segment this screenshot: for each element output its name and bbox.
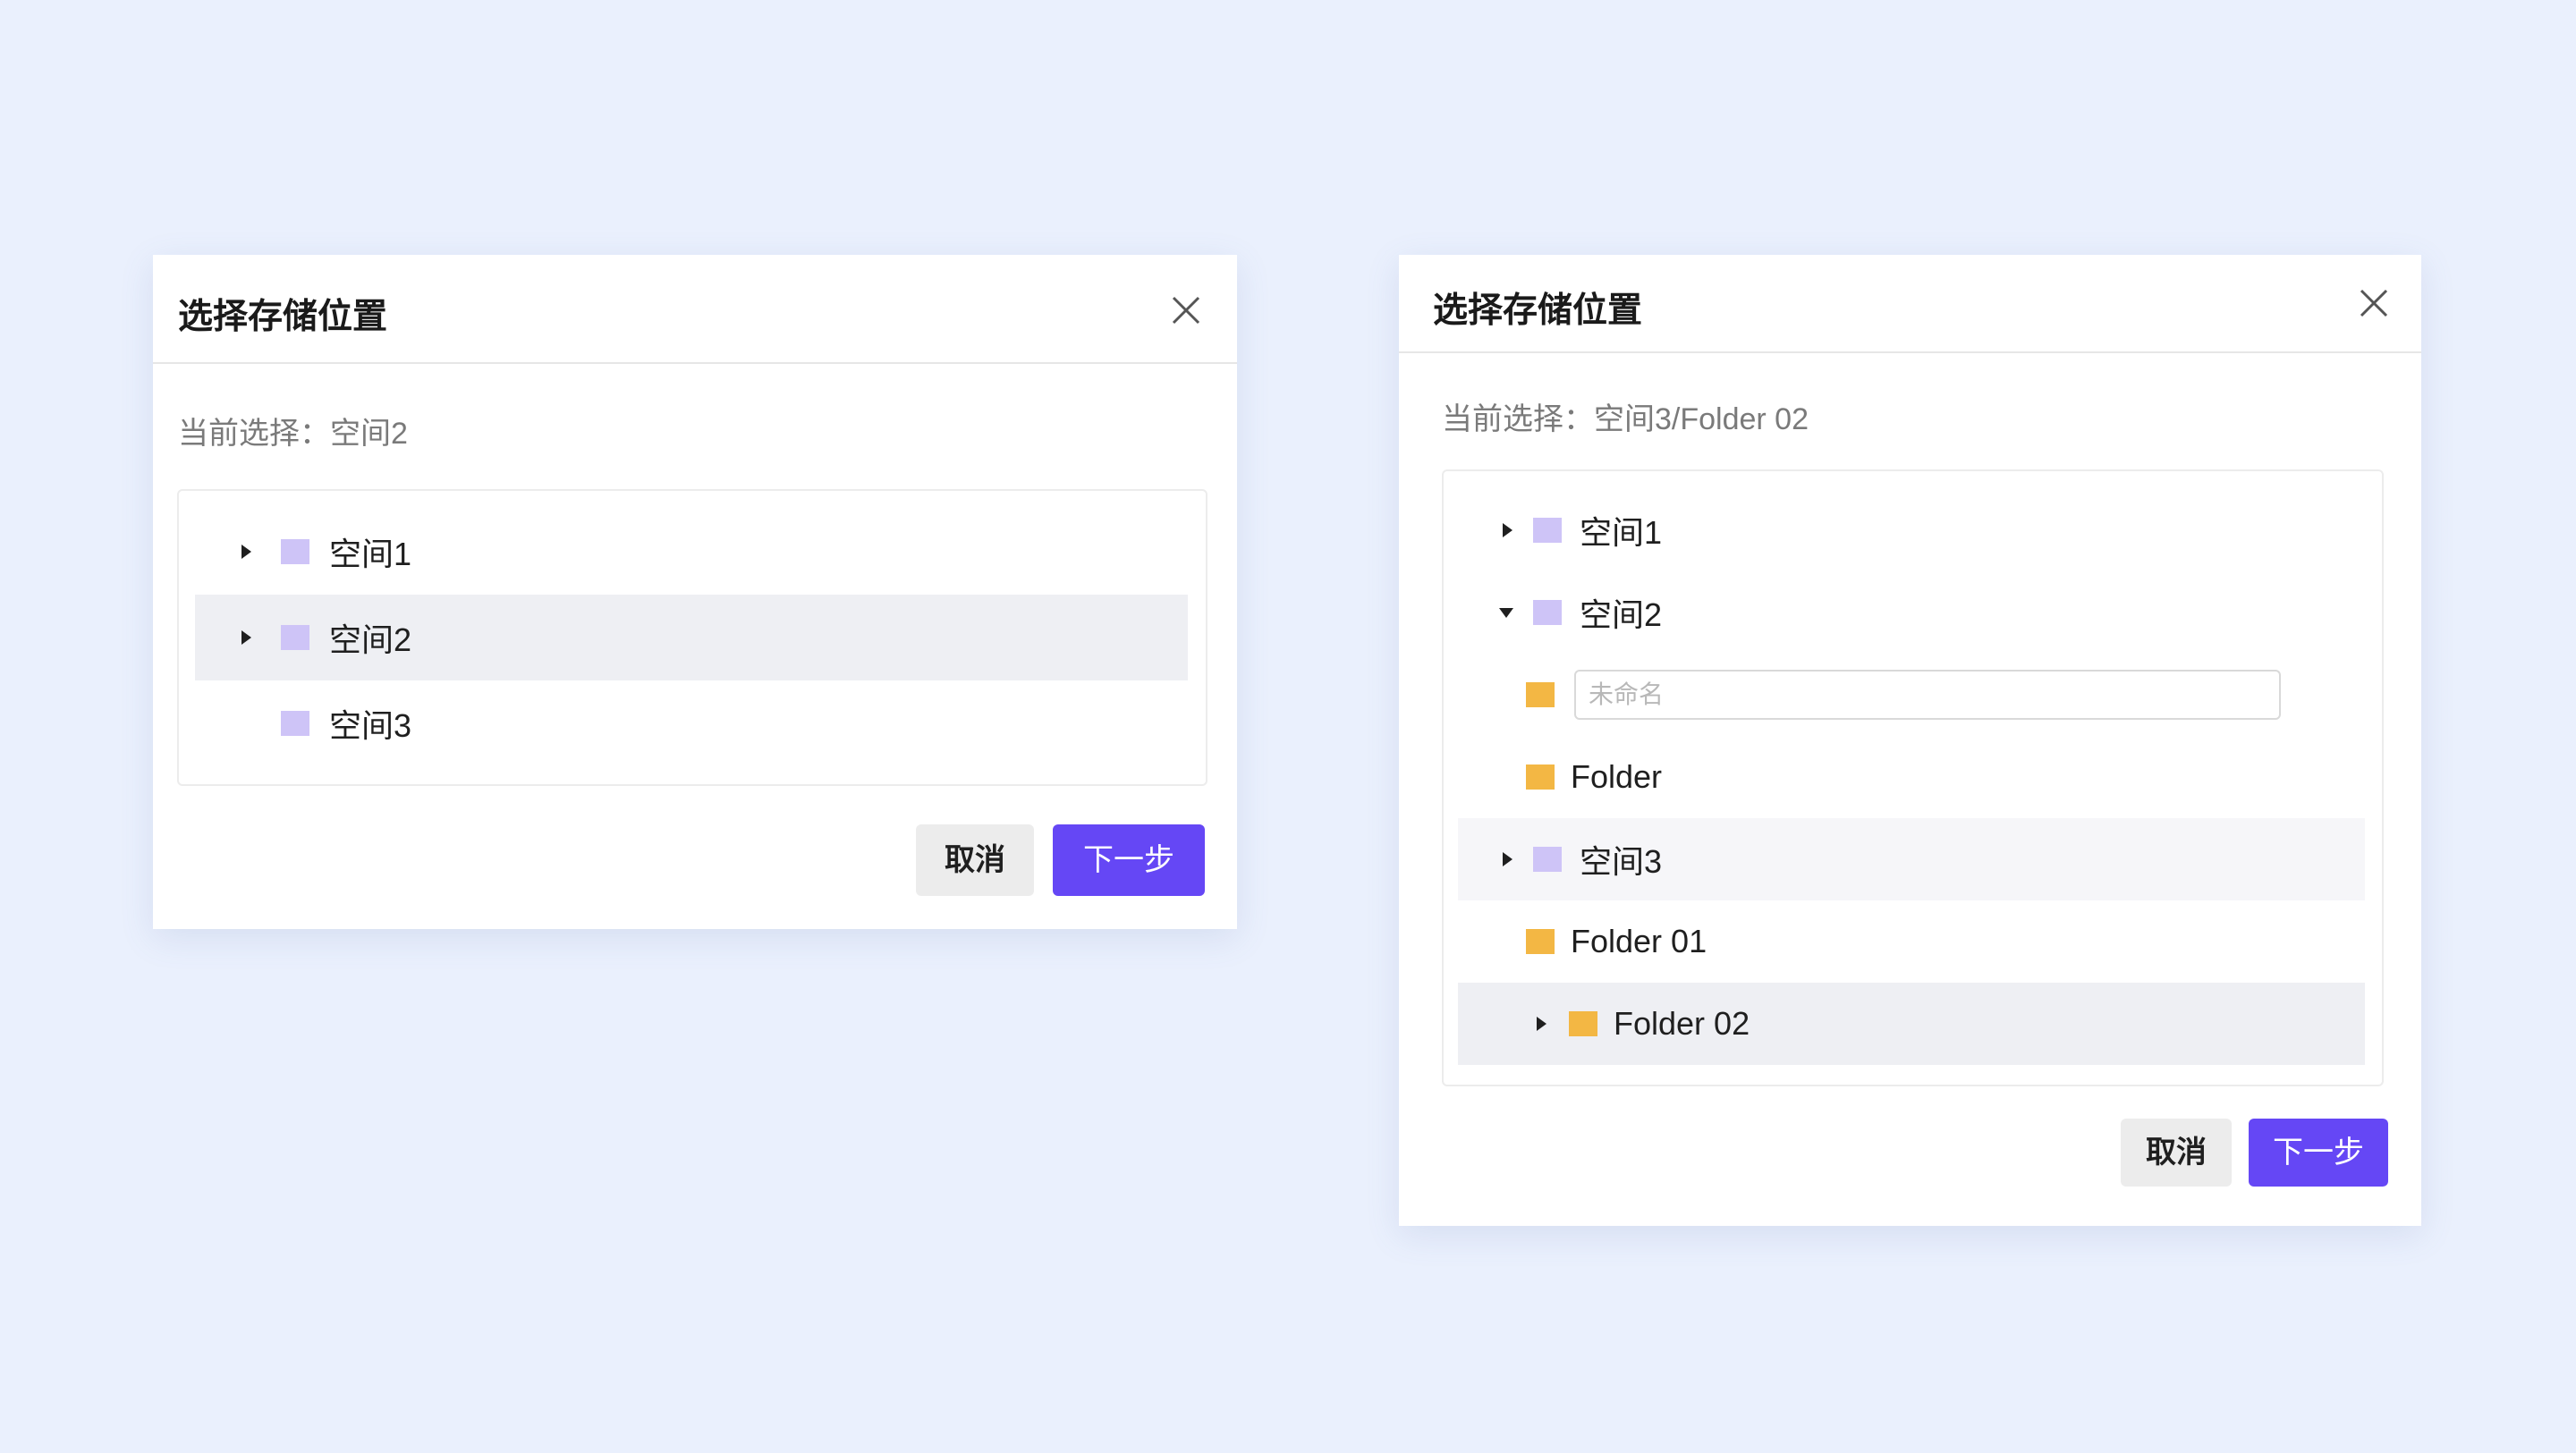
folder-icon	[1526, 765, 1555, 790]
tree-node-label: 空间1	[1580, 514, 1663, 551]
caret-right-icon[interactable]	[1503, 852, 1513, 866]
tree-node-label: 空间1	[329, 536, 412, 572]
tree-node-folder[interactable]: Folder	[1458, 736, 2365, 818]
folder-icon	[1569, 1011, 1597, 1036]
folder-icon	[1526, 929, 1555, 954]
caret-right-icon[interactable]	[242, 545, 251, 559]
next-step-button[interactable]: 下一步	[1053, 824, 1205, 896]
location-tree: 空间1 空间2 空间3	[177, 489, 1208, 786]
tree-node-label: Folder	[1571, 758, 1663, 795]
current-selection: 当前选择：空间3/Folder 02	[1442, 402, 1809, 436]
space-folder-icon	[281, 539, 309, 564]
close-icon[interactable]	[2356, 285, 2392, 321]
tree-node-new-folder	[1458, 654, 2365, 736]
tree-node-space3[interactable]: 空间3	[195, 680, 1188, 766]
folder-icon	[1526, 682, 1555, 707]
caret-right-icon[interactable]	[242, 630, 251, 645]
space-folder-icon	[1533, 518, 1562, 543]
cancel-button[interactable]: 取消	[2121, 1119, 2232, 1187]
location-tree: 空间1 空间2 Folder 空间3 Folder 01 Folder 02	[1442, 469, 2384, 1086]
select-location-dialog-left: 选择存储位置 当前选择：空间2 空间1 空间2 空间3 取消 下一步	[153, 255, 1237, 929]
tree-node-space1[interactable]: 空间1	[1458, 489, 2365, 571]
space-folder-icon	[281, 711, 309, 736]
tree-node-label: 空间3	[1580, 843, 1663, 880]
space-folder-icon	[1533, 847, 1562, 872]
dialog-header: 选择存储位置	[153, 255, 1237, 364]
new-folder-name-input[interactable]	[1574, 670, 2281, 720]
tree-node-label: 空间2	[1580, 596, 1663, 633]
tree-node-space2[interactable]: 空间2	[195, 595, 1188, 680]
tree-node-label: Folder 02	[1614, 1005, 1750, 1042]
caret-right-icon[interactable]	[1503, 523, 1513, 537]
next-step-button[interactable]: 下一步	[2249, 1119, 2388, 1187]
caret-down-icon[interactable]	[1499, 608, 1513, 618]
tree-node-label: Folder 01	[1571, 923, 1707, 959]
space-folder-icon	[1533, 600, 1562, 625]
tree-node-space1[interactable]: 空间1	[195, 509, 1188, 595]
space-folder-icon	[281, 625, 309, 650]
tree-node-space3[interactable]: 空间3	[1458, 818, 2365, 900]
dialog-title: 选择存储位置	[178, 298, 388, 336]
select-location-dialog-right: 选择存储位置 当前选择：空间3/Folder 02 空间1 空间2 Folder	[1399, 255, 2421, 1226]
dialog-title: 选择存储位置	[1433, 291, 1643, 330]
tree-node-label: 空间2	[329, 621, 412, 658]
dialog-header: 选择存储位置	[1399, 255, 2421, 353]
cancel-button[interactable]: 取消	[916, 824, 1034, 896]
close-icon[interactable]	[1168, 292, 1204, 328]
caret-right-icon[interactable]	[1537, 1017, 1546, 1031]
tree-node-label: 空间3	[329, 707, 412, 744]
tree-node-folder-02[interactable]: Folder 02	[1458, 983, 2365, 1065]
current-selection: 当前选择：空间2	[178, 417, 408, 451]
tree-node-space2[interactable]: 空间2	[1458, 571, 2365, 654]
tree-node-folder-01[interactable]: Folder 01	[1458, 900, 2365, 983]
